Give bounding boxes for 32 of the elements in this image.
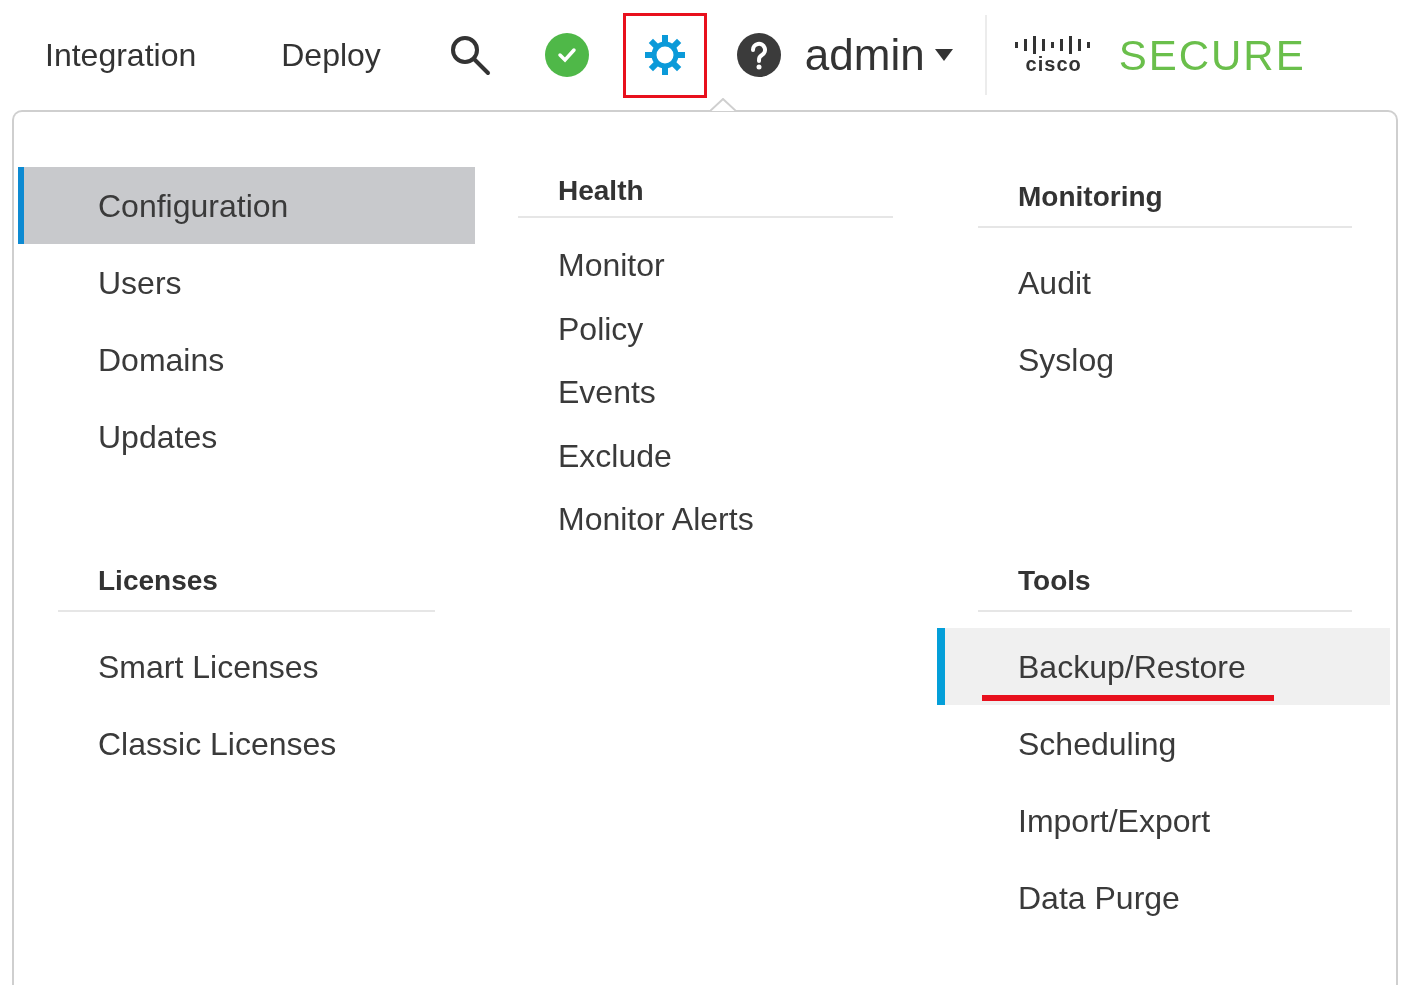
menu-item[interactable]: Configuration (18, 167, 475, 244)
product-name: SECURE (1118, 30, 1306, 81)
settings-icon (642, 33, 687, 77)
caret-icon (934, 49, 953, 61)
help-icon[interactable] (736, 33, 781, 77)
menu-item[interactable]: Scheduling (937, 705, 1390, 782)
menu-item[interactable]: Classic Licenses (18, 705, 475, 782)
status-check-icon[interactable] (544, 33, 589, 77)
menu-item[interactable]: Policy (518, 297, 893, 361)
section-heading: Monitoring (978, 167, 1352, 228)
menu-item[interactable]: Users (18, 244, 475, 321)
menu-item[interactable]: Data Purge (937, 859, 1390, 936)
menu-item[interactable]: Events (518, 360, 893, 425)
menu-item[interactable]: Monitor Alerts (518, 487, 893, 551)
menu-item[interactable]: Monitor (518, 233, 893, 298)
menu-item[interactable]: Exclude (518, 424, 893, 488)
menu-item[interactable]: Import/Export (937, 782, 1390, 859)
menu-item[interactable]: Syslog (937, 321, 1390, 398)
section-heading: Licenses (58, 551, 435, 612)
menu-item[interactable]: Domains (18, 321, 475, 398)
menu-item[interactable]: Audit (937, 244, 1390, 321)
section-heading: Health (518, 167, 893, 218)
settings-button[interactable] (622, 12, 707, 98)
search-icon[interactable] (448, 34, 491, 76)
menu-item[interactable]: Backup/Restore (937, 628, 1390, 705)
section-heading: Tools (978, 551, 1352, 612)
menu-item[interactable]: Updates (18, 398, 475, 475)
user-menu-button[interactable]: admin (804, 22, 953, 88)
nav-link[interactable]: Integration (45, 31, 197, 79)
nav-link[interactable]: Deploy (281, 31, 381, 79)
logo-wordmark: cisco (1025, 54, 1082, 74)
menu-item[interactable]: Smart Licenses (18, 628, 475, 705)
